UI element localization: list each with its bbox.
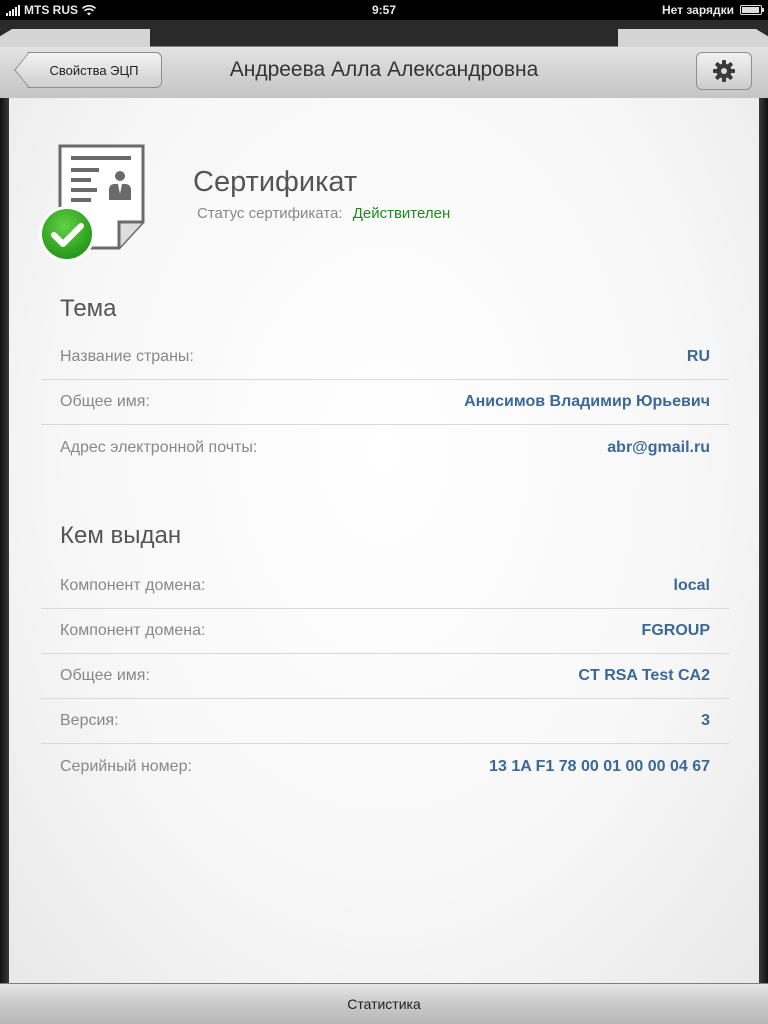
status-right: Нет зарядки bbox=[661, 3, 764, 17]
row-value: FGROUP bbox=[641, 622, 710, 639]
row-label: Название страны: bbox=[60, 348, 194, 365]
section-title-subject: Тема bbox=[60, 295, 117, 322]
certificate-details-panel: Сертификат Статус сертификата: Действите… bbox=[9, 98, 759, 984]
navigation-bar: Свойства ЭЦП Андреева Алла Александровна bbox=[0, 20, 768, 99]
certificate-title: Сертификат bbox=[193, 166, 358, 198]
table-row: Адрес электронной почты: abr@gmail.ru bbox=[41, 425, 729, 470]
back-button[interactable]: Свойства ЭЦП bbox=[14, 52, 162, 88]
table-row: Название страны: RU bbox=[41, 335, 729, 380]
section-title-issuer: Кем выдан bbox=[60, 522, 182, 549]
row-value: local bbox=[673, 577, 710, 594]
certificate-status: Статус сертификата: Действителен bbox=[197, 205, 450, 222]
status-bar: MTS RUS 9:57 Нет зарядки bbox=[0, 0, 768, 20]
wifi-icon bbox=[82, 4, 96, 15]
status-label: Статус сертификата: bbox=[197, 205, 343, 222]
navbar-cap-left bbox=[0, 29, 150, 47]
tab-statistics[interactable]: Статистика bbox=[347, 996, 421, 1012]
status-value: Действителен bbox=[352, 205, 451, 222]
table-row: Компонент домена: FGROUP bbox=[41, 609, 729, 654]
row-label: Общее имя: bbox=[60, 393, 150, 410]
row-label: Версия: bbox=[60, 712, 119, 729]
back-button-label: Свойства ЭЦП bbox=[49, 62, 139, 78]
row-value: Анисимов Владимир Юрьевич bbox=[464, 393, 710, 410]
row-value: 3 bbox=[701, 712, 710, 729]
row-label: Компонент домена: bbox=[60, 622, 206, 639]
signal-icon bbox=[6, 4, 20, 16]
battery-icon bbox=[740, 5, 764, 15]
table-row: Серийный номер: 13 1A F1 78 00 01 00 00 … bbox=[41, 744, 729, 789]
row-label: Общее имя: bbox=[60, 667, 150, 684]
row-value: 13 1A F1 78 00 01 00 00 04 67 bbox=[489, 757, 710, 775]
status-time: 9:57 bbox=[371, 3, 397, 17]
issuer-rows: Компонент домена: local Компонент домена… bbox=[41, 564, 729, 789]
page-title: Андреева Алла Александровна bbox=[229, 58, 539, 81]
row-value: abr@gmail.ru bbox=[607, 438, 710, 456]
navbar-cap-right bbox=[618, 29, 768, 47]
table-row: Общее имя: Анисимов Владимир Юрьевич bbox=[41, 380, 729, 425]
checkmark-icon bbox=[39, 206, 95, 262]
row-value: CT RSA Test CA2 bbox=[578, 667, 710, 684]
carrier-name: MTS RUS bbox=[24, 3, 78, 17]
frame-left bbox=[0, 98, 9, 984]
table-row: Общее имя: CT RSA Test CA2 bbox=[41, 654, 729, 699]
row-label: Серийный номер: bbox=[60, 757, 192, 775]
frame-right bbox=[759, 98, 768, 984]
table-row: Версия: 3 bbox=[41, 699, 729, 744]
settings-button[interactable] bbox=[696, 52, 752, 90]
gear-icon bbox=[713, 60, 735, 82]
subject-rows: Название страны: RU Общее имя: Анисимов … bbox=[41, 335, 729, 470]
row-label: Адрес электронной почты: bbox=[60, 438, 258, 456]
status-left: MTS RUS bbox=[6, 3, 96, 17]
bottom-toolbar: Статистика bbox=[0, 983, 768, 1024]
battery-status-text: Нет зарядки bbox=[661, 3, 734, 17]
row-label: Компонент домена: bbox=[60, 577, 206, 594]
row-value: RU bbox=[686, 348, 710, 365]
table-row: Компонент домена: local bbox=[41, 564, 729, 609]
